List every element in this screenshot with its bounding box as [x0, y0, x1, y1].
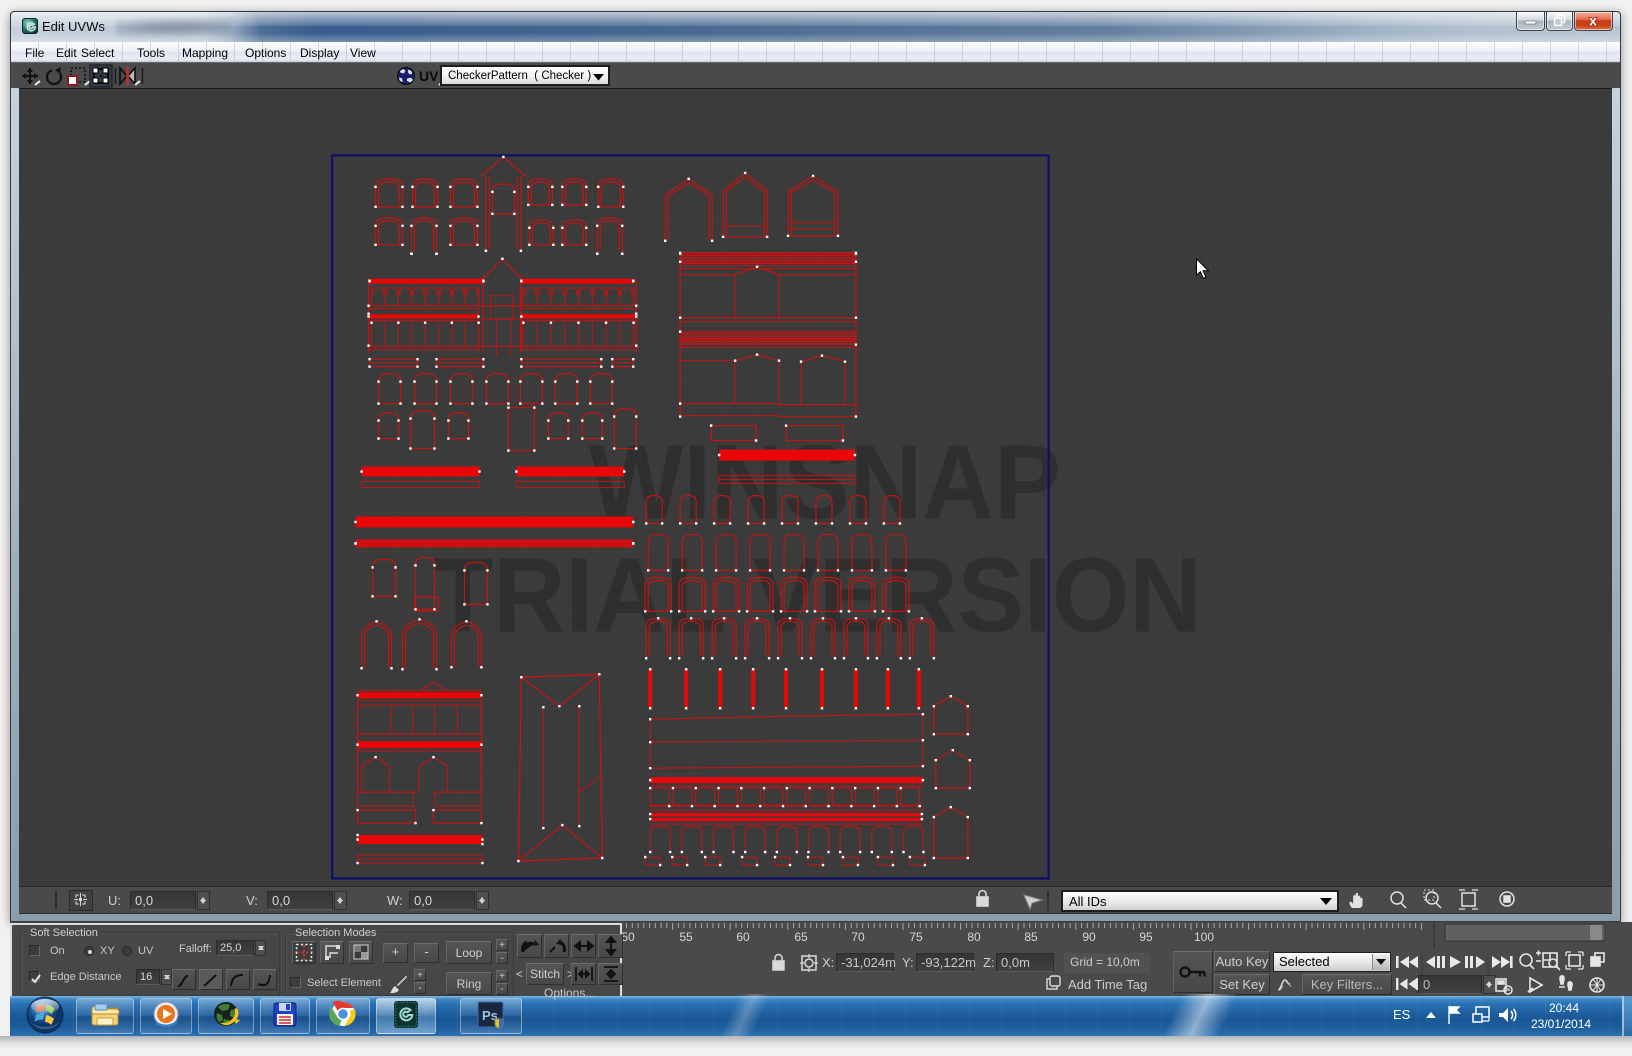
svg-text:65: 65	[794, 930, 808, 944]
svg-text:85: 85	[1024, 930, 1038, 944]
svg-text:70: 70	[851, 930, 865, 944]
svg-text:80: 80	[967, 930, 981, 944]
svg-text:x: x	[1589, 13, 1597, 29]
svg-text:90: 90	[1082, 930, 1096, 944]
svg-text:75: 75	[909, 930, 923, 944]
svg-text:UV: UV	[419, 68, 439, 84]
svg-text:95: 95	[1139, 930, 1153, 944]
svg-text:TRIAL VERSION: TRIAL VERSION	[432, 536, 1201, 654]
svg-text:50: 50	[621, 930, 635, 944]
svg-text:60: 60	[736, 930, 750, 944]
svg-text:100: 100	[1194, 930, 1214, 944]
svg-text:55: 55	[679, 930, 693, 944]
